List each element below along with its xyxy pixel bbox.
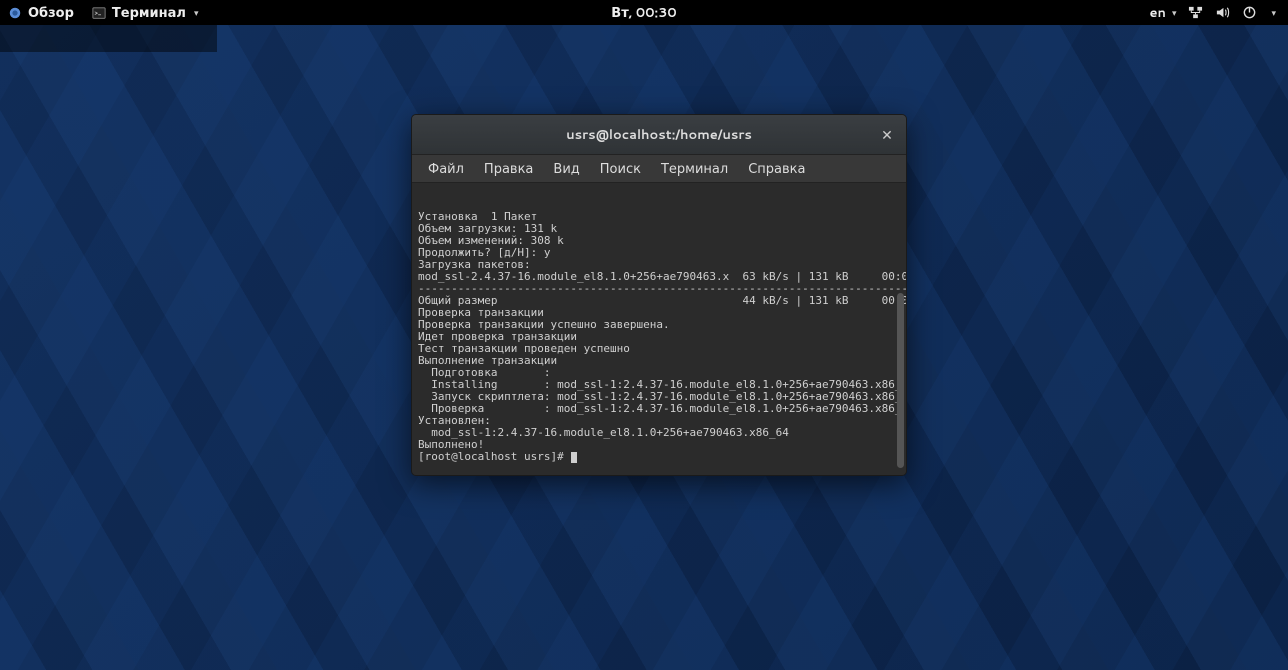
menu-edit[interactable]: Правка — [476, 157, 541, 181]
activities-label: Обзор — [28, 4, 74, 22]
keyboard-layout-label: en — [1149, 4, 1165, 22]
chevron-down-icon: ▾ — [1271, 6, 1276, 19]
chevron-down-icon: ▾ — [1172, 6, 1177, 19]
power-icon[interactable] — [1242, 5, 1257, 20]
volume-icon[interactable] — [1215, 5, 1230, 20]
clock-button[interactable]: Вт, 00:30 — [611, 4, 676, 22]
window-title: usrs@localhost:/home/usrs — [566, 126, 752, 144]
app-menu-button[interactable]: >_ Терминал ▾ — [92, 4, 199, 22]
menu-view[interactable]: Вид — [545, 157, 587, 181]
keyboard-layout-button[interactable]: en ▾ — [1149, 4, 1176, 22]
terminal-output[interactable]: Установка 1 ПакетОбъем загрузки: 131 kОб… — [412, 183, 906, 475]
clock-label: Вт, 00:30 — [611, 4, 676, 22]
svg-text:>_: >_ — [95, 7, 102, 16]
menu-search[interactable]: Поиск — [592, 157, 649, 181]
menu-terminal[interactable]: Терминал — [653, 157, 736, 181]
top-panel: Обзор >_ Терминал ▾ Вт, 00:30 en ▾ ▾ — [0, 0, 1288, 25]
terminal-menubar: Файл Правка Вид Поиск Терминал Справка — [412, 155, 906, 183]
close-icon: ✕ — [881, 125, 893, 145]
activities-icon — [8, 6, 22, 20]
terminal-app-icon: >_ — [92, 6, 106, 20]
window-titlebar[interactable]: usrs@localhost:/home/usrs ✕ — [412, 115, 906, 155]
menu-help[interactable]: Справка — [740, 157, 813, 181]
terminal-scrollbar[interactable] — [897, 293, 904, 468]
terminal-line: [root@localhost usrs]# — [418, 451, 900, 463]
terminal-cursor — [571, 452, 577, 463]
terminal-window: usrs@localhost:/home/usrs ✕ Файл Правка … — [411, 114, 907, 476]
menu-file[interactable]: Файл — [420, 157, 472, 181]
network-icon[interactable] — [1188, 5, 1203, 20]
chevron-down-icon: ▾ — [194, 6, 199, 19]
terminal-line: mod_ssl-1:2.4.37-16.module_el8.1.0+256+a… — [418, 427, 900, 439]
app-menu-label: Терминал — [112, 4, 186, 22]
background-dark-block — [0, 22, 217, 52]
close-button[interactable]: ✕ — [876, 124, 898, 146]
activities-button[interactable]: Обзор — [8, 4, 74, 22]
